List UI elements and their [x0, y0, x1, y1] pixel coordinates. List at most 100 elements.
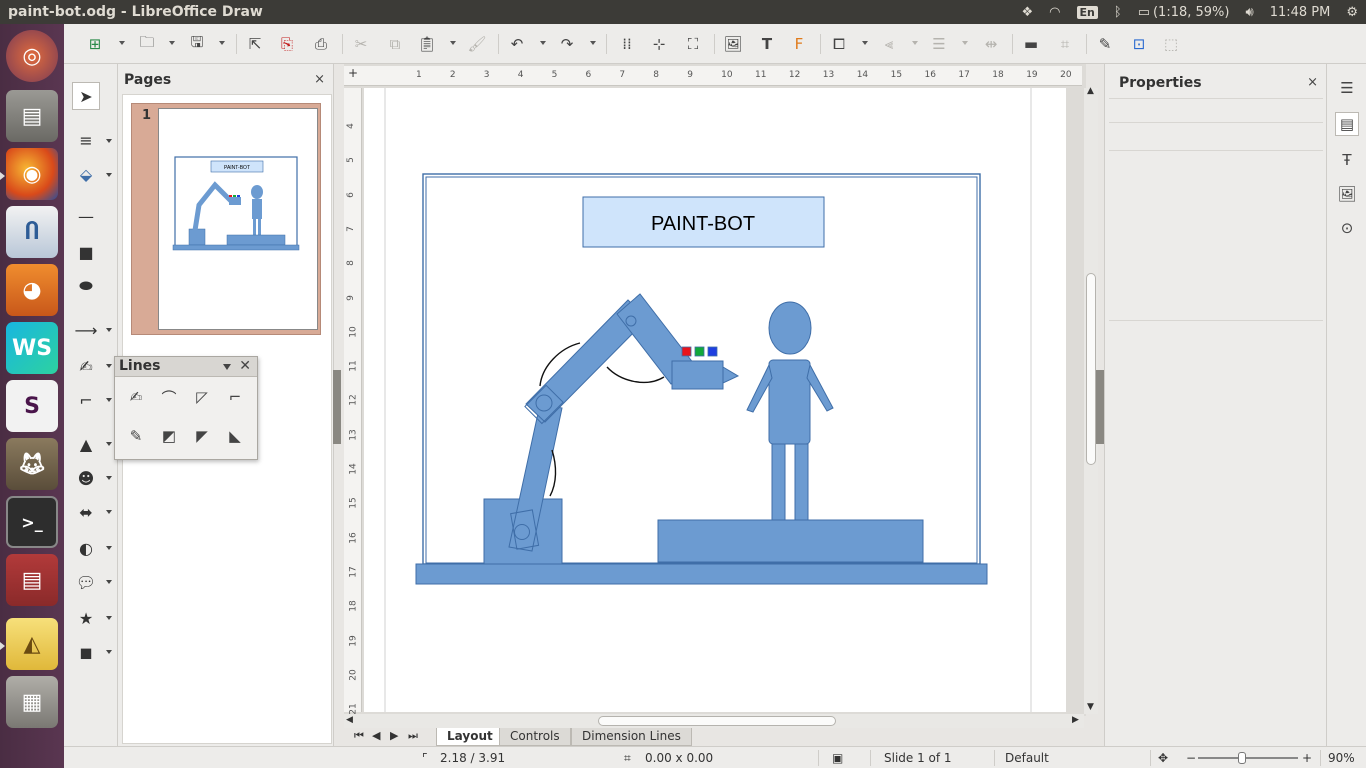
- curve-tool-icon[interactable]: ⌒: [157, 385, 181, 409]
- transformations-dropdown-icon[interactable]: [862, 41, 868, 45]
- connector-dropdown-icon[interactable]: [106, 398, 112, 402]
- redo-icon[interactable]: ↷: [556, 33, 578, 55]
- gallery-deck-icon[interactable]: 🖼︎: [1335, 182, 1359, 206]
- symbol-shapes-icon[interactable]: ☻: [72, 464, 100, 492]
- libreoffice-draw-icon[interactable]: ◭: [6, 618, 58, 670]
- scroll-down-icon[interactable]: ▼: [1087, 702, 1094, 712]
- line-tool-icon[interactable]: —: [72, 202, 100, 230]
- blender-icon[interactable]: ◕: [6, 264, 58, 316]
- document-modified-icon[interactable]: ▣: [832, 751, 843, 765]
- close-icon[interactable]: ✕: [239, 358, 251, 374]
- paint-gun-nozzle[interactable]: [722, 366, 740, 384]
- block-arrows-icon[interactable]: ⬌: [72, 498, 100, 526]
- tab-layout[interactable]: Layout: [436, 728, 504, 746]
- 3d-objects-dropdown-icon[interactable]: [106, 650, 112, 654]
- bluetooth-icon[interactable]: ᛒ: [1106, 0, 1130, 24]
- lines-toolbar-header[interactable]: Lines ✕: [115, 357, 257, 377]
- zoom-in-button[interactable]: +: [1302, 751, 1312, 765]
- paint-cartridge-blue[interactable]: [707, 346, 718, 357]
- webstorm-icon[interactable]: WS: [6, 322, 58, 374]
- close-icon[interactable]: ×: [314, 72, 325, 87]
- terminal-icon[interactable]: >_: [6, 496, 58, 548]
- callouts-icon[interactable]: 💬︎: [72, 568, 100, 596]
- ubuntu-dash-icon[interactable]: ◎: [6, 30, 58, 82]
- navigator-deck-icon[interactable]: ⊙: [1335, 216, 1359, 240]
- toggle-extrusion-icon[interactable]: ⬚: [1160, 33, 1182, 55]
- block-arrows-dropdown-icon[interactable]: [106, 510, 112, 514]
- horizontal-ruler[interactable]: 1 2 3 4 5 6 7 8 9 10 11 12 13 14 15 16 17 18 19 20: [362, 66, 1082, 86]
- wifi-icon[interactable]: ◠: [1041, 0, 1068, 24]
- insert-textbox-icon[interactable]: T: [756, 33, 778, 55]
- battery-indicator[interactable]: ▭ (1:18, 59%): [1130, 0, 1238, 24]
- new-dropdown-icon[interactable]: [119, 41, 125, 45]
- shadow-icon[interactable]: ▬: [1020, 33, 1042, 55]
- align-dropdown-icon[interactable]: [912, 41, 918, 45]
- flowchart-icon[interactable]: ◐: [72, 534, 100, 562]
- styles-deck-icon[interactable]: Ŧ: [1335, 148, 1359, 172]
- export-icon[interactable]: ⇱: [244, 33, 266, 55]
- cut-icon[interactable]: ✂: [350, 33, 372, 55]
- files-icon-2[interactable]: ▤: [6, 554, 58, 606]
- polygon-45-icon[interactable]: ⌐: [223, 385, 247, 409]
- undo-icon[interactable]: ↶: [506, 33, 528, 55]
- connector-icon[interactable]: ⌐: [72, 386, 100, 414]
- grid-icon[interactable]: ⁞⁞: [616, 33, 638, 55]
- curve-filled-icon[interactable]: ◩: [157, 424, 181, 448]
- zoom-slider-knob[interactable]: [1238, 752, 1246, 764]
- dropbox-icon[interactable]: ❖: [1014, 0, 1042, 24]
- rectangle-icon[interactable]: ■: [72, 238, 100, 266]
- zoom-pan-icon[interactable]: ⛶: [682, 33, 704, 55]
- fill-color-icon[interactable]: ⬙: [72, 160, 100, 188]
- previous-tab-icon[interactable]: ◀: [372, 729, 388, 742]
- person-arm-right[interactable]: [806, 363, 834, 412]
- freeform-line-icon[interactable]: ✍: [124, 385, 148, 409]
- libreoffice-writer-icon[interactable]: Ⴖ: [6, 206, 58, 258]
- flowchart-dropdown-icon[interactable]: [106, 546, 112, 550]
- clock[interactable]: 11:48 PM: [1262, 0, 1339, 24]
- insert-image-icon[interactable]: 🖼︎: [722, 33, 744, 55]
- person-arm-left[interactable]: [746, 363, 773, 413]
- transformations-icon[interactable]: ⧠: [828, 33, 850, 55]
- tab-controls[interactable]: Controls: [499, 728, 571, 746]
- polygon-icon[interactable]: ◸: [190, 385, 214, 409]
- workspace-switcher-icon[interactable]: ▦: [6, 676, 58, 728]
- crop-icon[interactable]: ⌗: [1054, 33, 1076, 55]
- scroll-right-icon[interactable]: ▶: [1072, 715, 1079, 725]
- save-icon[interactable]: 🖫: [186, 33, 208, 55]
- firefox-icon[interactable]: ◉: [6, 148, 58, 200]
- line-color-icon[interactable]: ≡: [72, 126, 100, 154]
- export-pdf-icon[interactable]: ⎘: [276, 33, 298, 55]
- line-arrow-dropdown-icon[interactable]: [106, 328, 112, 332]
- points-icon[interactable]: ✎: [1094, 33, 1116, 55]
- fill-color-dropdown-icon[interactable]: [106, 173, 112, 177]
- scroll-left-icon[interactable]: ◀: [346, 715, 353, 725]
- line-arrow-icon[interactable]: ⟶: [72, 316, 100, 344]
- vertical-scroll-thumb[interactable]: [1086, 273, 1096, 465]
- undo-dropdown-icon[interactable]: [540, 41, 546, 45]
- callouts-dropdown-icon[interactable]: [106, 580, 112, 584]
- robot-cable-2[interactable]: [606, 366, 665, 384]
- horizontal-scroll-thumb[interactable]: [598, 716, 836, 726]
- symbol-shapes-dropdown-icon[interactable]: [106, 476, 112, 480]
- pages-pane-collapse-handle[interactable]: [333, 370, 341, 444]
- align-icon[interactable]: ⫷: [878, 33, 900, 55]
- person-leg-right[interactable]: [794, 443, 809, 522]
- paste-icon[interactable]: 📋︎: [416, 33, 438, 55]
- next-tab-icon[interactable]: ▶: [390, 729, 406, 742]
- freeform-line-filled-icon[interactable]: ✎: [124, 424, 148, 448]
- redo-dropdown-icon[interactable]: [590, 41, 596, 45]
- person-body[interactable]: [768, 359, 811, 445]
- open-icon[interactable]: 🗀: [136, 33, 158, 55]
- stars-dropdown-icon[interactable]: [106, 616, 112, 620]
- select-icon[interactable]: ➤: [72, 82, 100, 110]
- sidebar-collapse-handle[interactable]: [1096, 370, 1104, 444]
- drawing-page[interactable]: PAINT-BOT: [364, 88, 1066, 712]
- keyboard-language-indicator[interactable]: En: [1069, 0, 1106, 24]
- person-leg-left[interactable]: [771, 443, 786, 522]
- close-icon[interactable]: ×: [1307, 75, 1318, 90]
- gear-icon[interactable]: ⚙: [1338, 0, 1366, 24]
- files-icon[interactable]: ▤: [6, 90, 58, 142]
- arrange-dropdown-icon[interactable]: [962, 41, 968, 45]
- polygon-filled-icon[interactable]: ◤: [190, 424, 214, 448]
- line-color-dropdown-icon[interactable]: [106, 139, 112, 143]
